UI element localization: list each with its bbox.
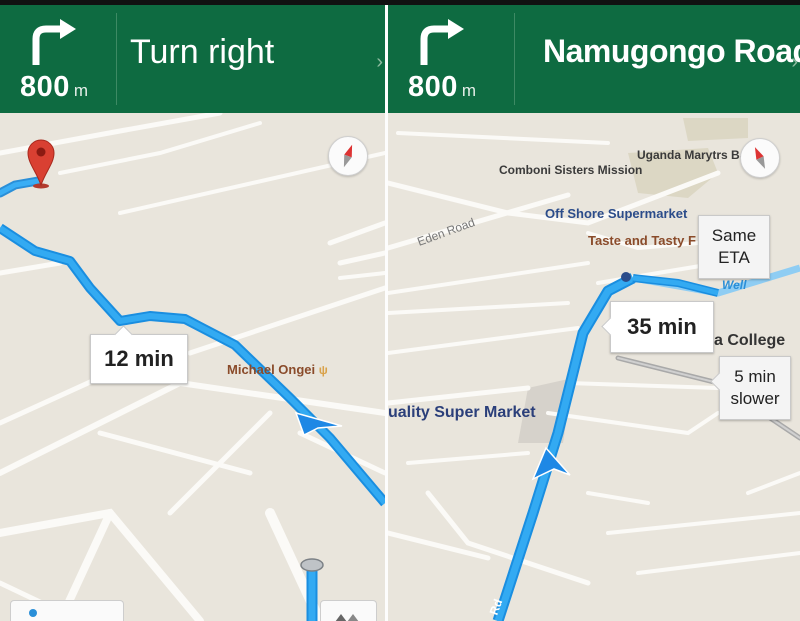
arrow-icon xyxy=(29,609,37,617)
header-divider xyxy=(116,13,117,105)
alt-route-line2: slower xyxy=(730,389,780,408)
status-bar xyxy=(0,0,800,5)
route-eta-callout[interactable]: 35 min xyxy=(601,301,714,353)
road-label-well: Well xyxy=(722,278,746,292)
route-eta-callout[interactable]: 12 min xyxy=(90,325,188,384)
navigation-header[interactable]: 800 m Namugongo Road › xyxy=(388,5,800,113)
poi-off-shore-supermarket[interactable]: Off Shore Supermarket xyxy=(545,206,687,221)
road-name: Well xyxy=(722,278,747,292)
poi-label: Comboni Sisters Mission xyxy=(499,163,643,177)
overview-button[interactable] xyxy=(10,600,124,621)
poi-quality-super-market[interactable]: uality Super Market xyxy=(388,404,536,422)
left-navigation-screen: 800 m Turn right › 12 min Michael Ongei … xyxy=(0,0,385,621)
turn-instruction: Turn right xyxy=(130,33,275,71)
route-eta-time: 35 min xyxy=(627,314,697,339)
poi-taste-and-tasty[interactable]: Taste and Tasty F xyxy=(588,233,696,248)
alt-route-line1: 5 min xyxy=(734,367,776,386)
distance-to-turn: 800 m xyxy=(20,71,88,104)
turn-right-arrow-icon xyxy=(420,19,464,65)
alt-route-line2: ETA xyxy=(718,248,750,267)
restaurant-icon: ψ xyxy=(318,363,328,377)
poi-label: Off Shore Supermarket xyxy=(545,206,688,221)
poi-comboni-sisters[interactable]: Comboni Sisters Mission xyxy=(499,163,642,177)
poi-label: a College xyxy=(714,332,786,349)
chevron-right-icon[interactable]: › xyxy=(376,51,383,74)
alt-route-same-eta-callout[interactable]: Same ETA xyxy=(698,215,770,279)
distance-unit: m xyxy=(73,81,89,100)
layers-button[interactable] xyxy=(320,600,377,621)
poi-michael-ongei[interactable]: Michael Ongei ψ xyxy=(227,362,328,377)
turn-right-arrow-icon xyxy=(32,19,76,65)
distance-value: 800 xyxy=(408,71,458,103)
compass-icon[interactable] xyxy=(328,136,368,176)
poi-label: Taste and Tasty F xyxy=(588,233,696,248)
next-turn-block: 800 m xyxy=(0,5,116,113)
distance-unit: m xyxy=(461,81,477,100)
turn-instruction: Namugongo Road xyxy=(543,33,800,69)
compass-icon[interactable] xyxy=(740,138,780,178)
alt-route-slower-callout[interactable]: 5 min slower xyxy=(710,356,791,420)
right-navigation-screen: 800 m Namugongo Road › Comboni Sisters M… xyxy=(388,0,800,621)
header-divider xyxy=(514,13,515,105)
layers-icon xyxy=(335,614,359,621)
navigation-header[interactable]: 800 m Turn right › xyxy=(0,5,385,113)
next-turn-block: 800 m xyxy=(388,5,504,113)
alt-route-line1: Same xyxy=(711,226,757,245)
poi-label: Michael Ongei xyxy=(227,362,316,377)
distance-to-turn: 800 m xyxy=(408,71,476,104)
poi-label: uality Super Market xyxy=(388,404,536,421)
chevron-right-icon[interactable]: › xyxy=(791,51,798,74)
route-eta-time: 12 min xyxy=(104,346,174,371)
distance-value: 800 xyxy=(20,71,70,103)
poi-college[interactable]: a College xyxy=(714,332,785,350)
